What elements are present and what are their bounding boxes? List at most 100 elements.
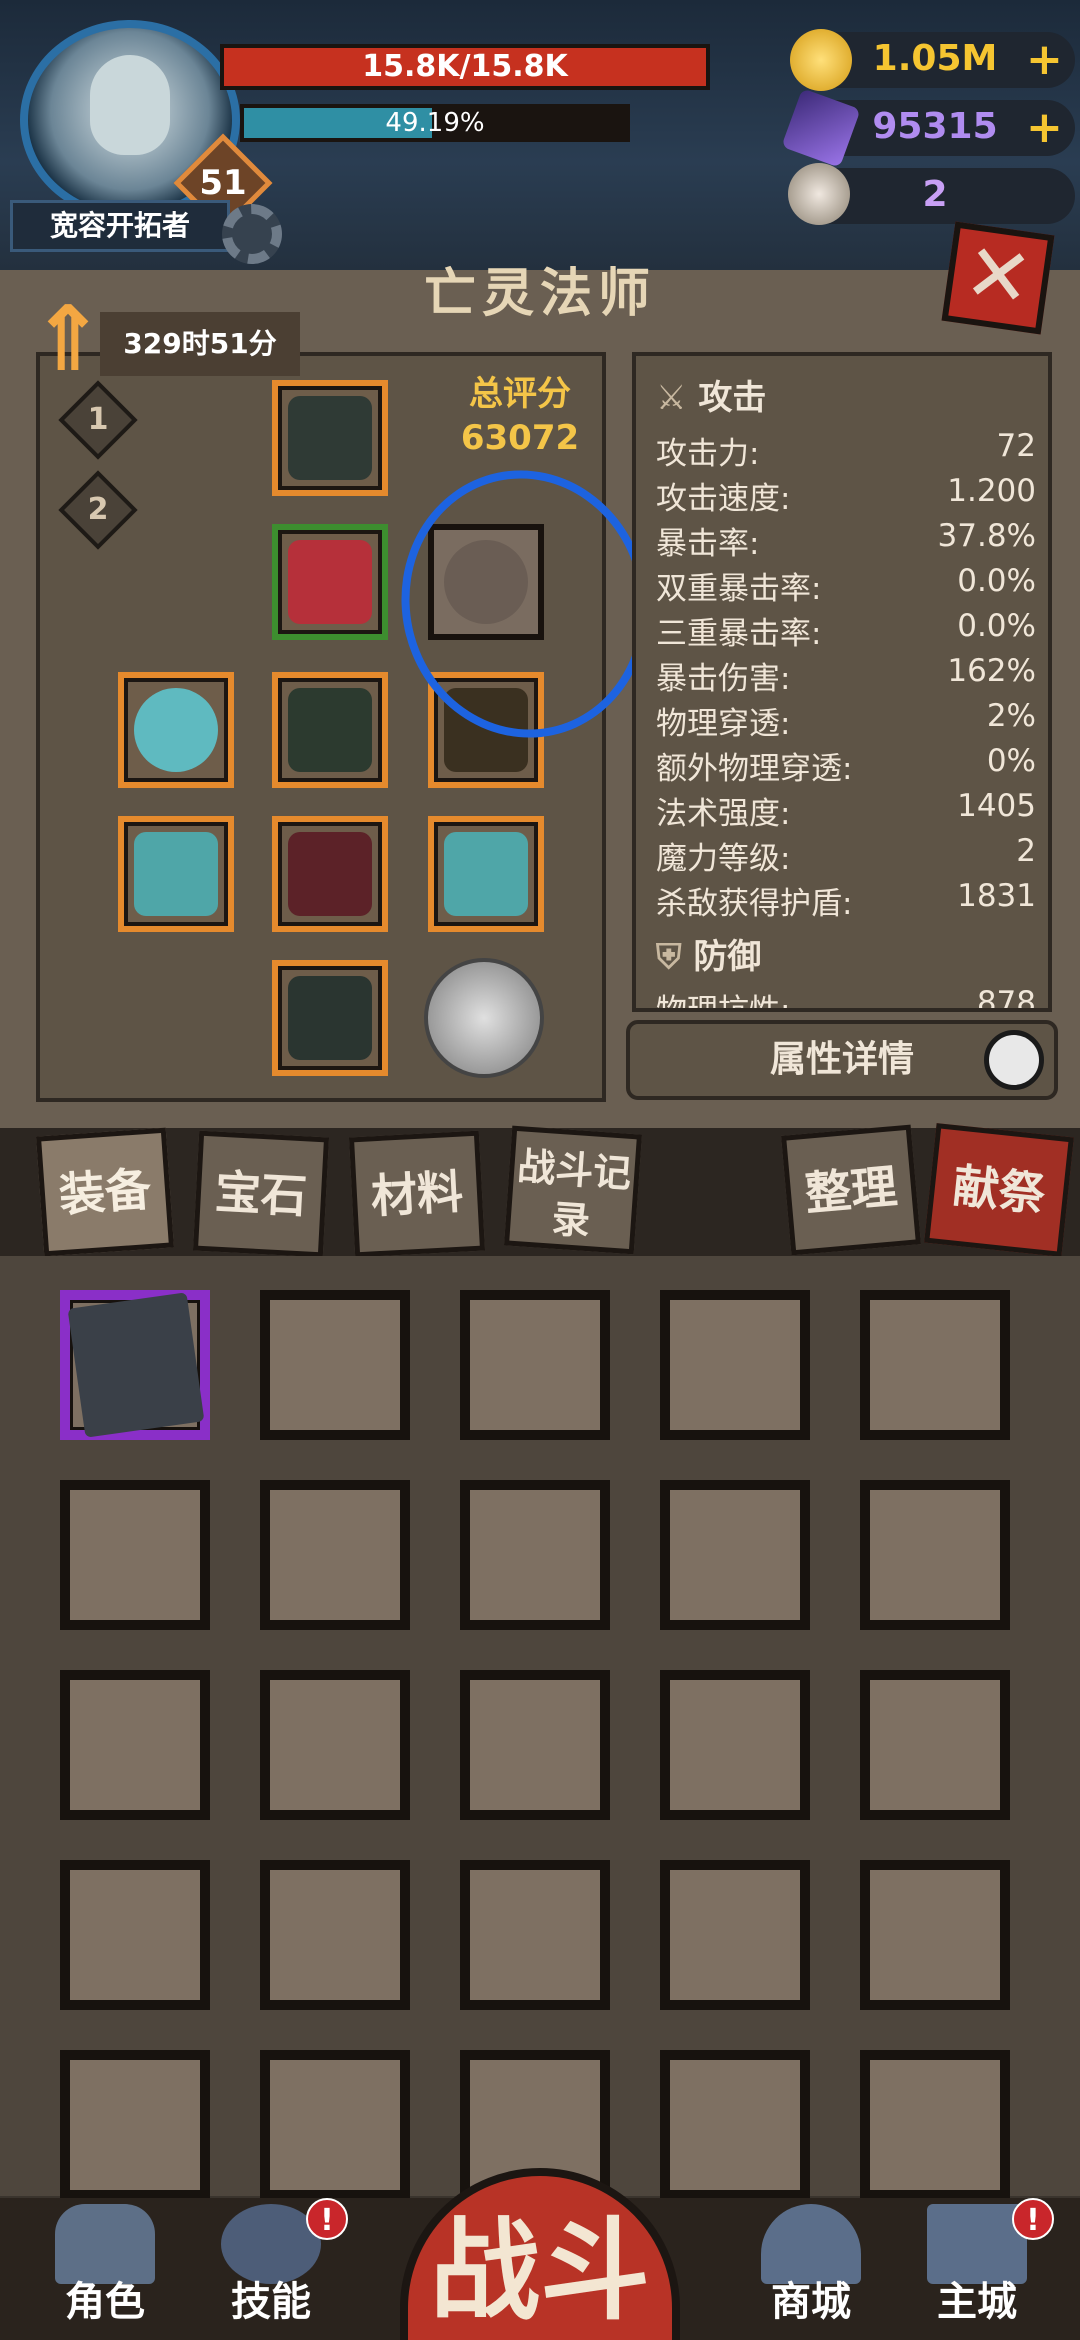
tab-gems[interactable]: 宝石	[192, 1130, 330, 1258]
hp-text: 15.8K/15.8K	[362, 49, 568, 84]
skull-value: 2	[922, 174, 948, 215]
scythe-icon	[444, 832, 528, 916]
stat-value: 37.8%	[937, 518, 1036, 554]
stat-value: 0.0%	[957, 563, 1036, 599]
stat-label: 双重暴击率:	[656, 571, 822, 607]
player-name: 宽容开拓者	[10, 200, 230, 252]
stat-label: 杀敌获得护盾:	[656, 886, 853, 922]
magnifier-icon[interactable]	[984, 1030, 1044, 1090]
inventory-slot[interactable]	[460, 1480, 610, 1630]
pants-icon	[288, 832, 372, 916]
stat-row: 杀敌获得护盾: 1831	[656, 878, 1036, 923]
weapon-right-slot[interactable]	[428, 816, 544, 932]
add-crystal-button[interactable]: +	[1026, 100, 1063, 156]
nav-main-city-label: 主城	[937, 2279, 1017, 2325]
score-value: 63072	[460, 418, 580, 458]
weapon-left-slot[interactable]	[118, 816, 234, 932]
stat-row-partial: 物理抗性: 878	[656, 985, 1036, 1012]
mana-text: 49.19%	[385, 108, 485, 138]
inventory-slot[interactable]	[260, 1670, 410, 1820]
game-screen: 15.8K/15.8K 49.19% 51 宽容开拓者 1.05M + 9531…	[0, 0, 1080, 2340]
nav-character[interactable]: 角色	[30, 2198, 180, 2332]
inventory-slot[interactable]	[60, 1860, 210, 2010]
nav-main-city[interactable]: ! 主城	[902, 2198, 1054, 2332]
inventory-slot[interactable]	[860, 1670, 1010, 1820]
inventory-slot[interactable]	[260, 1480, 410, 1630]
stat-value: 72	[996, 428, 1036, 464]
seal-coin-icon[interactable]	[424, 958, 544, 1078]
inventory-slot[interactable]	[260, 1860, 410, 2010]
sort-button[interactable]: 整理	[781, 1124, 921, 1256]
inventory-slot[interactable]	[60, 1670, 210, 1820]
stat-value: 1405	[957, 788, 1036, 824]
chest-armor-icon	[288, 540, 372, 624]
score-label: 总评分	[469, 374, 571, 414]
sacrifice-button[interactable]: 献祭	[924, 1123, 1074, 1257]
inventory-slot[interactable]	[260, 1290, 410, 1440]
inventory-slot[interactable]	[660, 1860, 810, 2010]
boots-icon	[288, 976, 372, 1060]
tent-nav-icon	[761, 2204, 861, 2284]
stat-label: 额外物理穿透:	[656, 751, 853, 787]
stat-label: 暴击伤害:	[656, 661, 791, 697]
inventory-slot[interactable]	[660, 1290, 810, 1440]
inventory-slot[interactable]	[860, 1860, 1010, 2010]
nav-skills[interactable]: ! 技能	[196, 2198, 348, 2332]
inventory-slot[interactable]	[860, 1290, 1010, 1440]
inventory-slot[interactable]	[460, 1290, 610, 1440]
attack-header: ⚔ 攻击	[656, 378, 767, 418]
inventory-slot[interactable]	[860, 1480, 1010, 1630]
pants-slot[interactable]	[272, 816, 388, 932]
nav-shop-label: 商城	[771, 2279, 851, 2325]
skull-counter: 2	[788, 163, 1075, 225]
stat-value: 0.0%	[957, 608, 1036, 644]
gold-counter: 1.05M +	[790, 29, 1075, 91]
stat-value: 2	[1016, 833, 1036, 869]
inventory-slot[interactable]	[460, 1670, 610, 1820]
nav-skills-label: 技能	[231, 2279, 311, 2325]
nav-shop[interactable]: 商城	[736, 2198, 886, 2332]
belt-slot[interactable]	[272, 672, 388, 788]
stats-panel: ⚔ 攻击 攻击力: 72 攻击速度: 1.200 暴击率: 37.8% 双重暴击率: 0.0%…	[632, 352, 1052, 1012]
add-gold-button[interactable]: +	[1026, 32, 1063, 88]
hp-bar: 15.8K/15.8K	[220, 44, 710, 90]
crystal-counter: 95315 +	[781, 88, 1075, 168]
inventory-slot[interactable]	[660, 2050, 810, 2200]
tab-battle-log[interactable]: 战斗记录	[503, 1125, 643, 1255]
shield-icon: ⛨	[656, 937, 694, 977]
stat-label: 法术强度:	[656, 796, 791, 832]
settings-gear-icon[interactable]	[222, 204, 282, 264]
helmet-slot[interactable]	[272, 380, 388, 496]
stat-label: 暴击率:	[656, 526, 760, 562]
stat-row: 魔力等级: 2	[656, 833, 1036, 878]
tab-materials[interactable]: 材料	[348, 1130, 486, 1258]
inventory-slot[interactable]	[860, 2050, 1010, 2200]
armor-slot[interactable]	[272, 524, 388, 640]
stat-row: 法术强度: 1405	[656, 788, 1036, 833]
inventory-slot[interactable]	[260, 2050, 410, 2200]
belt-icon	[288, 688, 372, 772]
inventory-slot[interactable]	[60, 2050, 210, 2200]
swords-icon: ⚔	[656, 378, 699, 418]
inventory-slot[interactable]	[460, 1860, 610, 2010]
ram-skull-icon	[788, 163, 850, 225]
stat-row: 三重暴击率: 0.0%	[656, 608, 1036, 653]
boots-slot[interactable]	[272, 960, 388, 1076]
inventory-slot[interactable]	[660, 1480, 810, 1630]
stat-label: 物理抗性:	[656, 993, 791, 1012]
stat-value: 2%	[986, 698, 1036, 734]
hero-face-icon	[90, 55, 170, 155]
close-button[interactable]: ✕	[941, 221, 1055, 335]
inventory-item-tome[interactable]	[60, 1290, 210, 1440]
stat-label: 魔力等级:	[656, 841, 791, 877]
mana-bar: 49.19%	[240, 104, 630, 142]
loadout-1-label: 1	[87, 402, 109, 437]
inventory-slot[interactable]	[660, 1670, 810, 1820]
stat-value: 0%	[986, 743, 1036, 779]
defense-header: ⛨ 防御	[656, 937, 762, 977]
ring-slot[interactable]	[118, 672, 234, 788]
nav-character-label: 角色	[65, 2279, 145, 2325]
gold-value: 1.05M	[872, 38, 998, 79]
inventory-slot[interactable]	[60, 1480, 210, 1630]
tab-equipment[interactable]: 装备	[35, 1127, 175, 1257]
